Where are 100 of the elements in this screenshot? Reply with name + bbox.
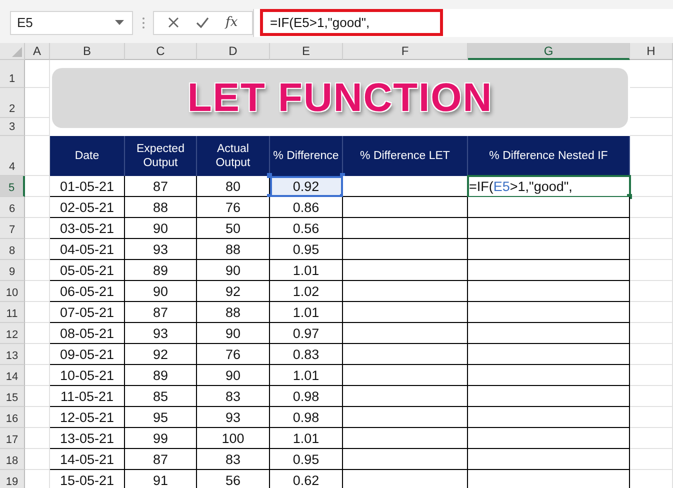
- corner-triangle-icon: [12, 47, 22, 57]
- table-cell: 100: [197, 428, 270, 449]
- column-header[interactable]: B: [50, 43, 125, 60]
- table-cell: 92: [125, 344, 197, 365]
- row-header[interactable]: 12: [0, 323, 25, 344]
- table-cell: 12-05-21: [50, 407, 125, 428]
- row-header[interactable]: 16: [0, 407, 25, 428]
- sheet-title: LET FUNCTION: [187, 76, 493, 120]
- grid-cell[interactable]: [630, 88, 673, 118]
- column-header[interactable]: H: [630, 43, 673, 60]
- table-cell: 90: [197, 323, 270, 344]
- row-header[interactable]: 17: [0, 428, 25, 449]
- table-cell: 99: [125, 428, 197, 449]
- table-cell: 87: [125, 449, 197, 470]
- table-cell: 90: [125, 281, 197, 302]
- grid-cell[interactable]: [630, 118, 673, 136]
- table-cell: 85: [125, 386, 197, 407]
- table-cell: 0.56: [270, 218, 343, 239]
- dropdown-caret-icon[interactable]: [115, 20, 124, 25]
- table-cell: 83: [197, 449, 270, 470]
- table-cell: 02-05-21: [50, 197, 125, 218]
- table-cell: 95: [125, 407, 197, 428]
- editing-cell[interactable]: =IF(E5>1,"good",: [468, 176, 630, 197]
- table-cell: 88: [197, 302, 270, 323]
- column-header[interactable]: E: [270, 43, 343, 60]
- table-cell: 0.97: [270, 323, 343, 344]
- table-header: % Difference Nested IF: [468, 136, 630, 176]
- grid-cell[interactable]: [25, 88, 50, 118]
- table-cell: 0.98: [270, 407, 343, 428]
- row-header[interactable]: 13: [0, 344, 25, 365]
- row-header[interactable]: 11: [0, 302, 25, 323]
- table-cell: 93: [125, 323, 197, 344]
- grid-cell[interactable]: [630, 60, 673, 88]
- table-cell: 01-05-21: [50, 176, 125, 197]
- formula-input[interactable]: =IF(E5>1,"good",: [253, 8, 673, 36]
- table-cell: 09-05-21: [50, 344, 125, 365]
- row-header[interactable]: 15: [0, 386, 25, 407]
- row-header[interactable]: 5: [0, 176, 25, 197]
- table-cell: 11-05-21: [50, 386, 125, 407]
- column-header[interactable]: G: [468, 43, 630, 60]
- insert-function-button[interactable]: fx: [226, 15, 238, 30]
- row-header[interactable]: 1: [0, 60, 25, 88]
- table-cell: 93: [125, 239, 197, 260]
- table-cell: 87: [125, 302, 197, 323]
- row-header[interactable]: 14: [0, 365, 25, 386]
- column-header[interactable]: C: [125, 43, 197, 60]
- table-cell: 90: [125, 218, 197, 239]
- cell-reference: E5: [17, 15, 33, 30]
- column-header[interactable]: D: [197, 43, 270, 60]
- row-header[interactable]: 10: [0, 281, 25, 302]
- column-header[interactable]: F: [343, 43, 468, 60]
- table-header: Actual Output: [197, 136, 270, 176]
- table-cell: 50: [197, 218, 270, 239]
- row-header[interactable]: 2: [0, 88, 25, 118]
- formula-text: =IF(E5>1,"good",: [260, 9, 443, 36]
- table-cell: 1.01: [270, 260, 343, 281]
- check-icon[interactable]: [196, 17, 209, 28]
- table-cell: 0.98: [270, 386, 343, 407]
- table-header: Date: [50, 136, 125, 176]
- table-cell: 80: [197, 176, 270, 197]
- grid-cell[interactable]: [25, 118, 50, 136]
- table-cell: 89: [125, 260, 197, 281]
- cancel-icon[interactable]: [168, 17, 180, 28]
- table-cell: 07-05-21: [50, 302, 125, 323]
- row-header[interactable]: 3: [0, 118, 25, 136]
- table-cell: 92: [197, 281, 270, 302]
- table-cell: 76: [197, 197, 270, 218]
- row-header[interactable]: 9: [0, 260, 25, 281]
- table-cell: 76: [197, 344, 270, 365]
- table-cell: 93: [197, 407, 270, 428]
- select-all-corner[interactable]: [0, 43, 25, 60]
- table-cell: 90: [197, 365, 270, 386]
- table-cell: 88: [197, 239, 270, 260]
- grid-cell[interactable]: [25, 60, 50, 88]
- table-cell: 1.01: [270, 428, 343, 449]
- table-cell: 89: [125, 365, 197, 386]
- table-cell: 0.92: [270, 176, 343, 197]
- row-header[interactable]: 18: [0, 449, 25, 470]
- column-header[interactable]: A: [25, 43, 50, 60]
- table-cell: 83: [197, 386, 270, 407]
- row-header[interactable]: 4: [0, 136, 25, 176]
- table-header: % Difference LET: [343, 136, 468, 176]
- table-cell: 87: [125, 176, 197, 197]
- drag-handle-icon[interactable]: [142, 16, 145, 28]
- table-cell: 1.02: [270, 281, 343, 302]
- row-header[interactable]: 6: [0, 197, 25, 218]
- table-cell: 1.01: [270, 365, 343, 386]
- row-header[interactable]: 19: [0, 470, 25, 488]
- row-header[interactable]: 7: [0, 218, 25, 239]
- table-cell: 03-05-21: [50, 218, 125, 239]
- table-cell: 06-05-21: [50, 281, 125, 302]
- table-header: % Difference: [270, 136, 343, 176]
- table-cell: 13-05-21: [50, 428, 125, 449]
- table-cell: 08-05-21: [50, 323, 125, 344]
- table-cell: 04-05-21: [50, 239, 125, 260]
- name-box[interactable]: E5: [10, 10, 133, 34]
- table-cell: 90: [197, 260, 270, 281]
- row-header[interactable]: 8: [0, 239, 25, 260]
- table-cell: 1.01: [270, 302, 343, 323]
- table-cell: 88: [125, 197, 197, 218]
